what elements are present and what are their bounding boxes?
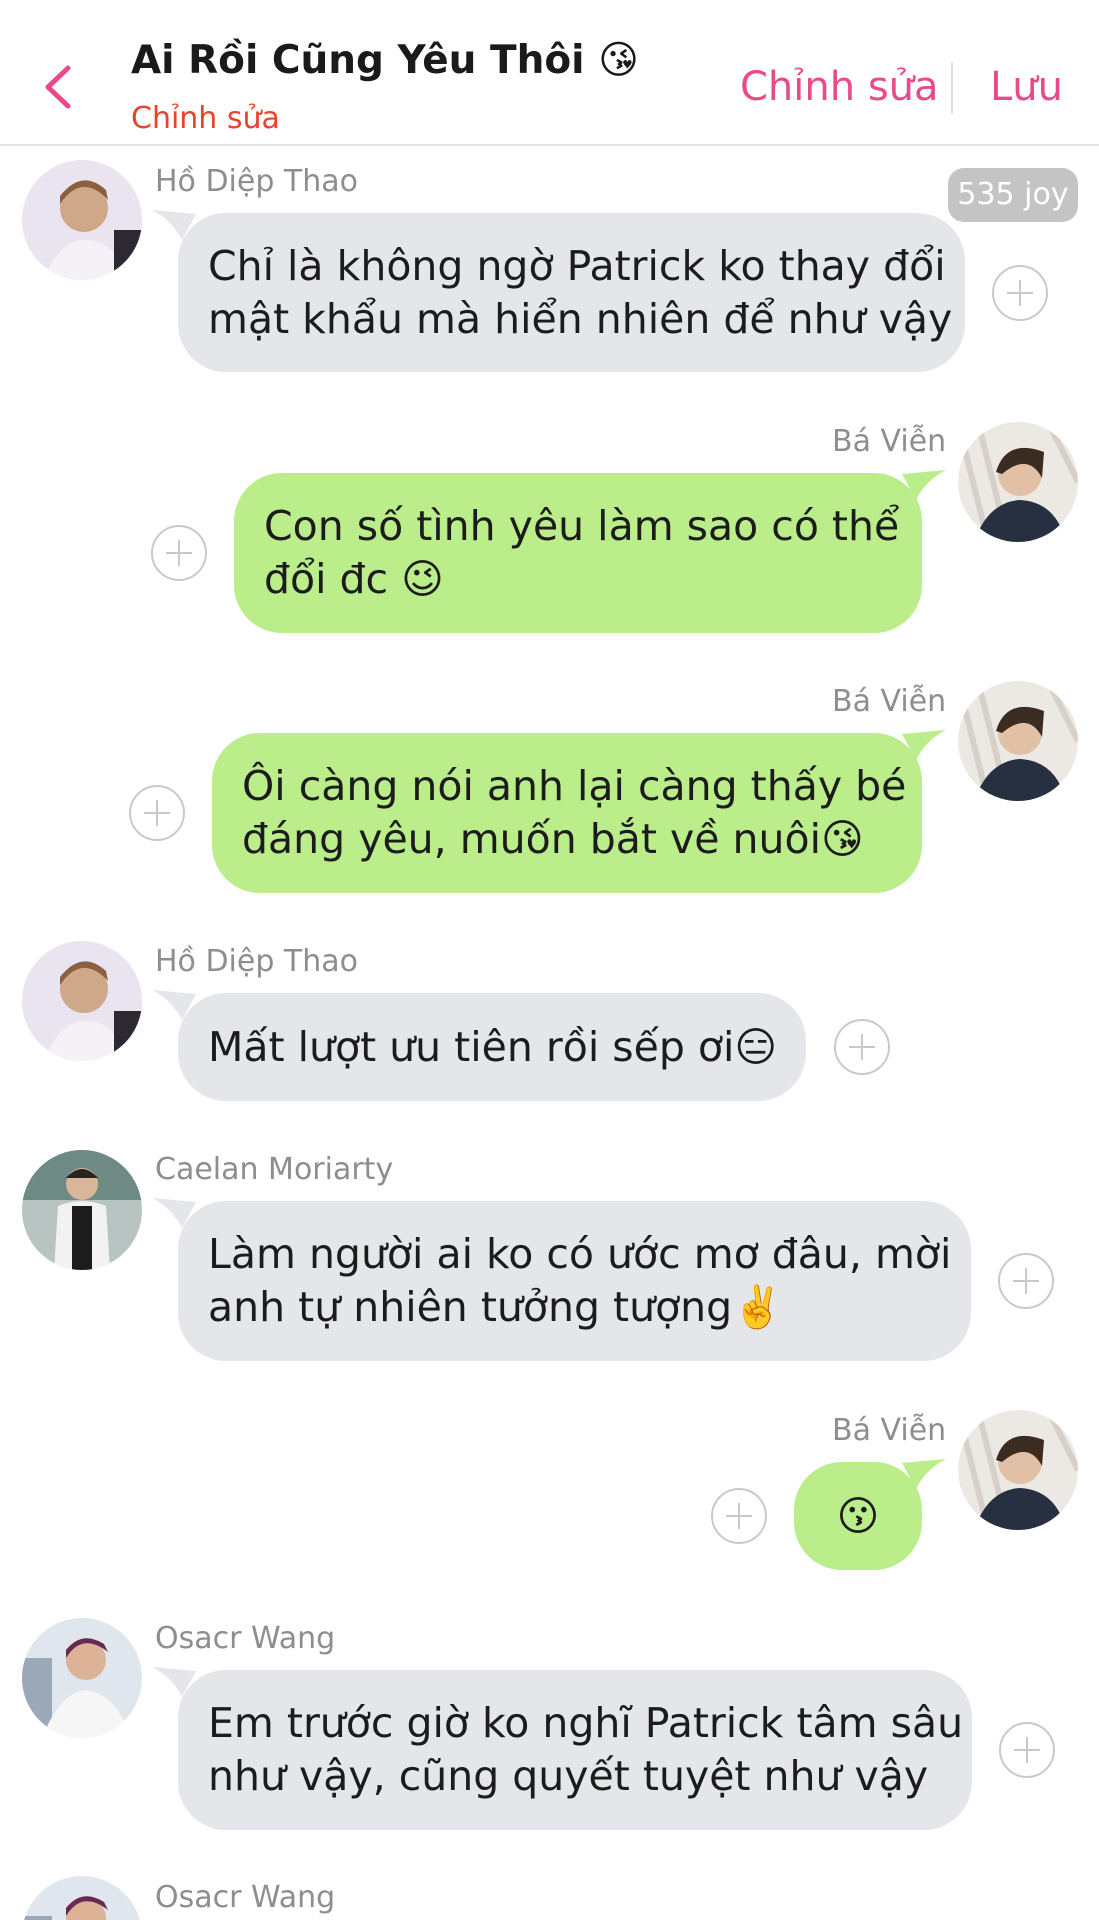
add-reaction-icon[interactable] xyxy=(999,1722,1055,1778)
add-reaction-icon[interactable] xyxy=(992,265,1048,321)
avatar[interactable] xyxy=(22,941,142,1061)
joy-count-badge: 535 joy xyxy=(948,168,1078,222)
message-text-line: Con số tình yêu làm sao có thể xyxy=(264,502,900,550)
message-text-line: Mất lượt ưu tiên rồi sếp ơi😑 xyxy=(208,1022,778,1071)
avatar[interactable] xyxy=(22,1876,142,1920)
message-text-line: Ôi càng nói anh lại càng thấy bé xyxy=(242,762,907,810)
avatar[interactable] xyxy=(958,681,1078,801)
message-bubble[interactable]: Mất lượt ưu tiên rồi sếp ơi😑 xyxy=(178,993,806,1101)
back-chevron-icon[interactable] xyxy=(38,62,82,112)
message-text-line: đổi đc 😉 xyxy=(264,555,444,603)
message-bubble[interactable]: 😗 xyxy=(794,1462,922,1570)
sender-name: Hồ Diệp Thao xyxy=(155,164,358,199)
message-text-line: mật khẩu mà hiển nhiên để như vậy xyxy=(208,294,953,343)
avatar[interactable] xyxy=(958,422,1078,542)
sender-name: Bá Viễn xyxy=(832,1413,947,1448)
message-bubble[interactable]: Ôi càng nói anh lại càng thấy bé đáng yê… xyxy=(212,733,922,893)
sender-name: Hồ Diệp Thao xyxy=(155,944,358,979)
avatar[interactable] xyxy=(22,1150,142,1270)
sender-name: Bá Viễn xyxy=(832,684,947,719)
avatar[interactable] xyxy=(22,160,142,280)
sender-name: Caelan Moriarty xyxy=(155,1152,394,1187)
header-divider xyxy=(951,62,953,114)
message-bubble[interactable]: Con số tình yêu làm sao có thể đổi đc 😉 xyxy=(234,473,922,633)
chat-header: Ai Rồi Cũng Yêu Thôi 😘 Chỉnh sửa Chỉnh s… xyxy=(0,0,1099,146)
message-bubble[interactable]: Làm người ai ko có ước mơ đâu, mời anh t… xyxy=(178,1201,971,1361)
message-bubble[interactable]: Chỉ là không ngờ Patrick ko thay đổi mật… xyxy=(178,213,965,372)
message-text-line: 😗 xyxy=(836,1491,880,1540)
sender-name: Osacr Wang xyxy=(155,1621,336,1656)
add-reaction-icon[interactable] xyxy=(834,1019,890,1075)
message-text-line: anh tự nhiên tưởng tượng✌️ xyxy=(208,1283,784,1331)
sender-name: Osacr Wang xyxy=(155,1880,336,1915)
message-text-line: Chỉ là không ngờ Patrick ko thay đổi xyxy=(208,241,946,290)
message-bubble[interactable]: Em trước giờ ko nghĩ Patrick tâm sâu như… xyxy=(178,1670,972,1830)
add-reaction-icon[interactable] xyxy=(711,1488,767,1544)
sender-name: Bá Viễn xyxy=(832,424,947,459)
save-button[interactable]: Lưu xyxy=(990,64,1063,110)
add-reaction-icon[interactable] xyxy=(998,1253,1054,1309)
chat-subtitle-edit[interactable]: Chỉnh sửa xyxy=(131,101,280,136)
message-text-line: Làm người ai ko có ước mơ đâu, mời xyxy=(208,1230,952,1278)
chat-title: Ai Rồi Cũng Yêu Thôi 😘 xyxy=(131,38,639,83)
message-text-line: như vậy, cũng quyết tuyệt như vậy xyxy=(208,1752,929,1800)
avatar[interactable] xyxy=(22,1618,142,1738)
add-reaction-icon[interactable] xyxy=(129,785,185,841)
message-text-line: đáng yêu, muốn bắt về nuôi😘 xyxy=(242,815,864,863)
edit-button[interactable]: Chỉnh sửa xyxy=(740,64,939,110)
add-reaction-icon[interactable] xyxy=(151,525,207,581)
message-text-line: Em trước giờ ko nghĩ Patrick tâm sâu xyxy=(208,1699,964,1747)
avatar[interactable] xyxy=(958,1410,1078,1530)
